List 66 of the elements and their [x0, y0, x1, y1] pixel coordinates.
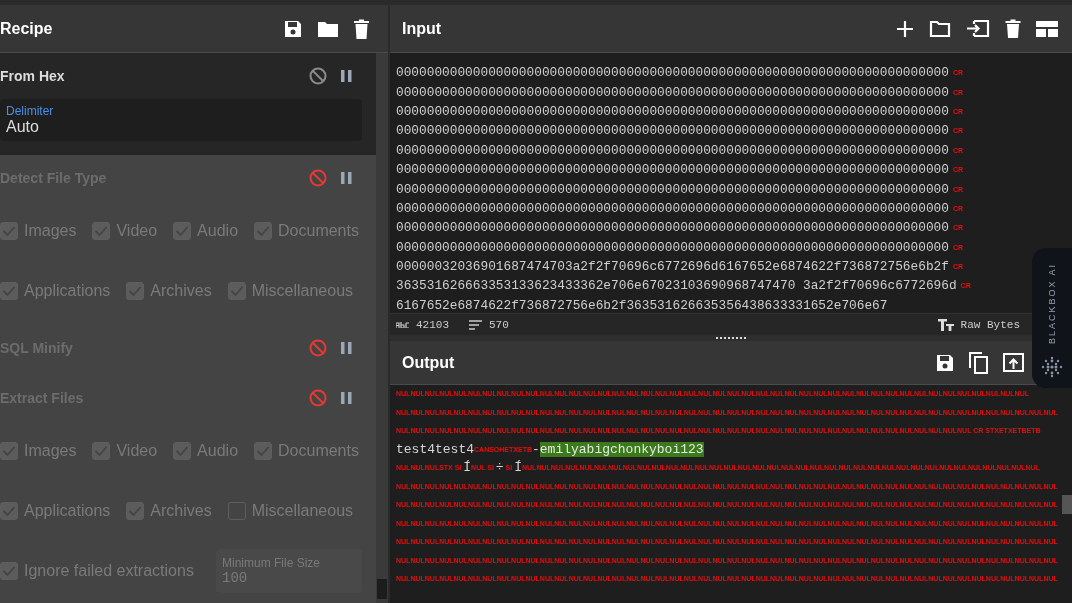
dots-icon — [1041, 356, 1063, 378]
output-text: Í — [514, 460, 522, 476]
resize-handle[interactable] — [716, 336, 746, 340]
input-line: 000000000000000000000000000000000000000000000000000000000000000000000000 — [396, 142, 949, 158]
copy-icon[interactable] — [969, 351, 989, 374]
recipe-title: Recipe — [0, 19, 53, 38]
input-line: 000000000000000000000000000000000000000000000000000000000000000000000000 — [396, 65, 949, 81]
check-icon — [175, 225, 190, 237]
check-icon — [128, 285, 143, 297]
check-icon — [229, 285, 244, 297]
save-icon[interactable] — [283, 18, 303, 39]
operation-card[interactable]: From Hex Delimiter Auto — [0, 53, 376, 155]
folder-icon[interactable] — [317, 19, 339, 38]
input-line: 000000000000000000000000000000000000000000000000000000000000000000000000 — [396, 181, 949, 197]
pause-icon[interactable] — [341, 172, 352, 184]
length-count: 42103 — [416, 318, 449, 331]
line-count: 570 — [489, 318, 509, 331]
check-icon — [94, 445, 109, 457]
plus-icon[interactable] — [896, 19, 914, 38]
input-field[interactable]: Delimiter Auto — [0, 99, 362, 141]
input-line: 363531626663353133623433362e706e67023103690968747470 3a2f2f70696c6772696d — [396, 278, 957, 294]
pause-icon[interactable] — [341, 70, 352, 82]
trash-icon[interactable] — [353, 18, 370, 39]
check-icon — [2, 565, 16, 577]
input-line: 000000000000000000000000000000000000000000000000000000000000000000000000 — [396, 239, 949, 255]
encoding-label[interactable]: Raw Bytes — [960, 318, 1020, 331]
input-line: 000000000000000000000000000000000000000000000000000000000000000000000000 — [396, 123, 949, 139]
pause-icon[interactable] — [341, 342, 352, 354]
lines-icon — [469, 319, 482, 330]
check-icon — [256, 225, 271, 237]
highlighted-text: emilyabigchonkyboi123 — [539, 441, 704, 457]
output-text: - — [531, 441, 540, 457]
input-line: 6167652e6874622f736872756e6b2f363531626635356438633331652e706e67 — [396, 297, 888, 313]
assistant-tab[interactable]: BLACKBOX AI — [1032, 248, 1072, 388]
pause-icon[interactable] — [341, 392, 352, 404]
check-icon — [2, 445, 16, 457]
trash-icon[interactable] — [1005, 19, 1021, 38]
text-size-icon[interactable] — [937, 318, 954, 331]
check-icon — [175, 445, 190, 457]
check-icon — [2, 225, 16, 237]
input-line: 000000000000000000000000000000000000000000000000000000000000000000000000 — [396, 220, 949, 236]
check-icon — [2, 285, 16, 297]
input-line: 000000000000000000000000000000000000000000000000000000000000000000000000 — [396, 200, 949, 216]
output-text: test4test4 — [396, 441, 474, 457]
save-icon[interactable] — [935, 352, 955, 373]
check-icon — [94, 225, 109, 237]
open-in-window-icon[interactable] — [1003, 353, 1024, 372]
input-line: 000000000000000000000000000000000000000000000000000000000000000000000000 — [396, 103, 949, 119]
output-title: Output — [401, 353, 455, 372]
check-icon — [128, 505, 143, 517]
folder-icon[interactable] — [929, 19, 951, 38]
check-icon — [2, 505, 16, 517]
output-text: Í — [463, 460, 472, 476]
import-icon[interactable] — [966, 19, 990, 38]
length-icon — [396, 321, 409, 328]
output-text: ÷ — [495, 460, 504, 476]
disable-icon[interactable] — [309, 67, 327, 85]
scrollbar-thumb[interactable] — [1062, 495, 1072, 514]
scrollbar-thumb[interactable] — [377, 579, 387, 599]
input-line: 00000032036901687474703a2f2f70696c6772696d6167652e6874622f736872756e6b2f — [396, 259, 949, 275]
operation-title: From Hex — [0, 68, 65, 84]
check-icon — [256, 445, 271, 457]
input-title: Input — [401, 19, 442, 38]
input-line: 000000000000000000000000000000000000000000000000000000000000000000000000 — [396, 162, 949, 178]
input-line: 000000000000000000000000000000000000000000000000000000000000000000000000 — [396, 84, 949, 100]
layout-icon[interactable] — [1036, 20, 1058, 37]
